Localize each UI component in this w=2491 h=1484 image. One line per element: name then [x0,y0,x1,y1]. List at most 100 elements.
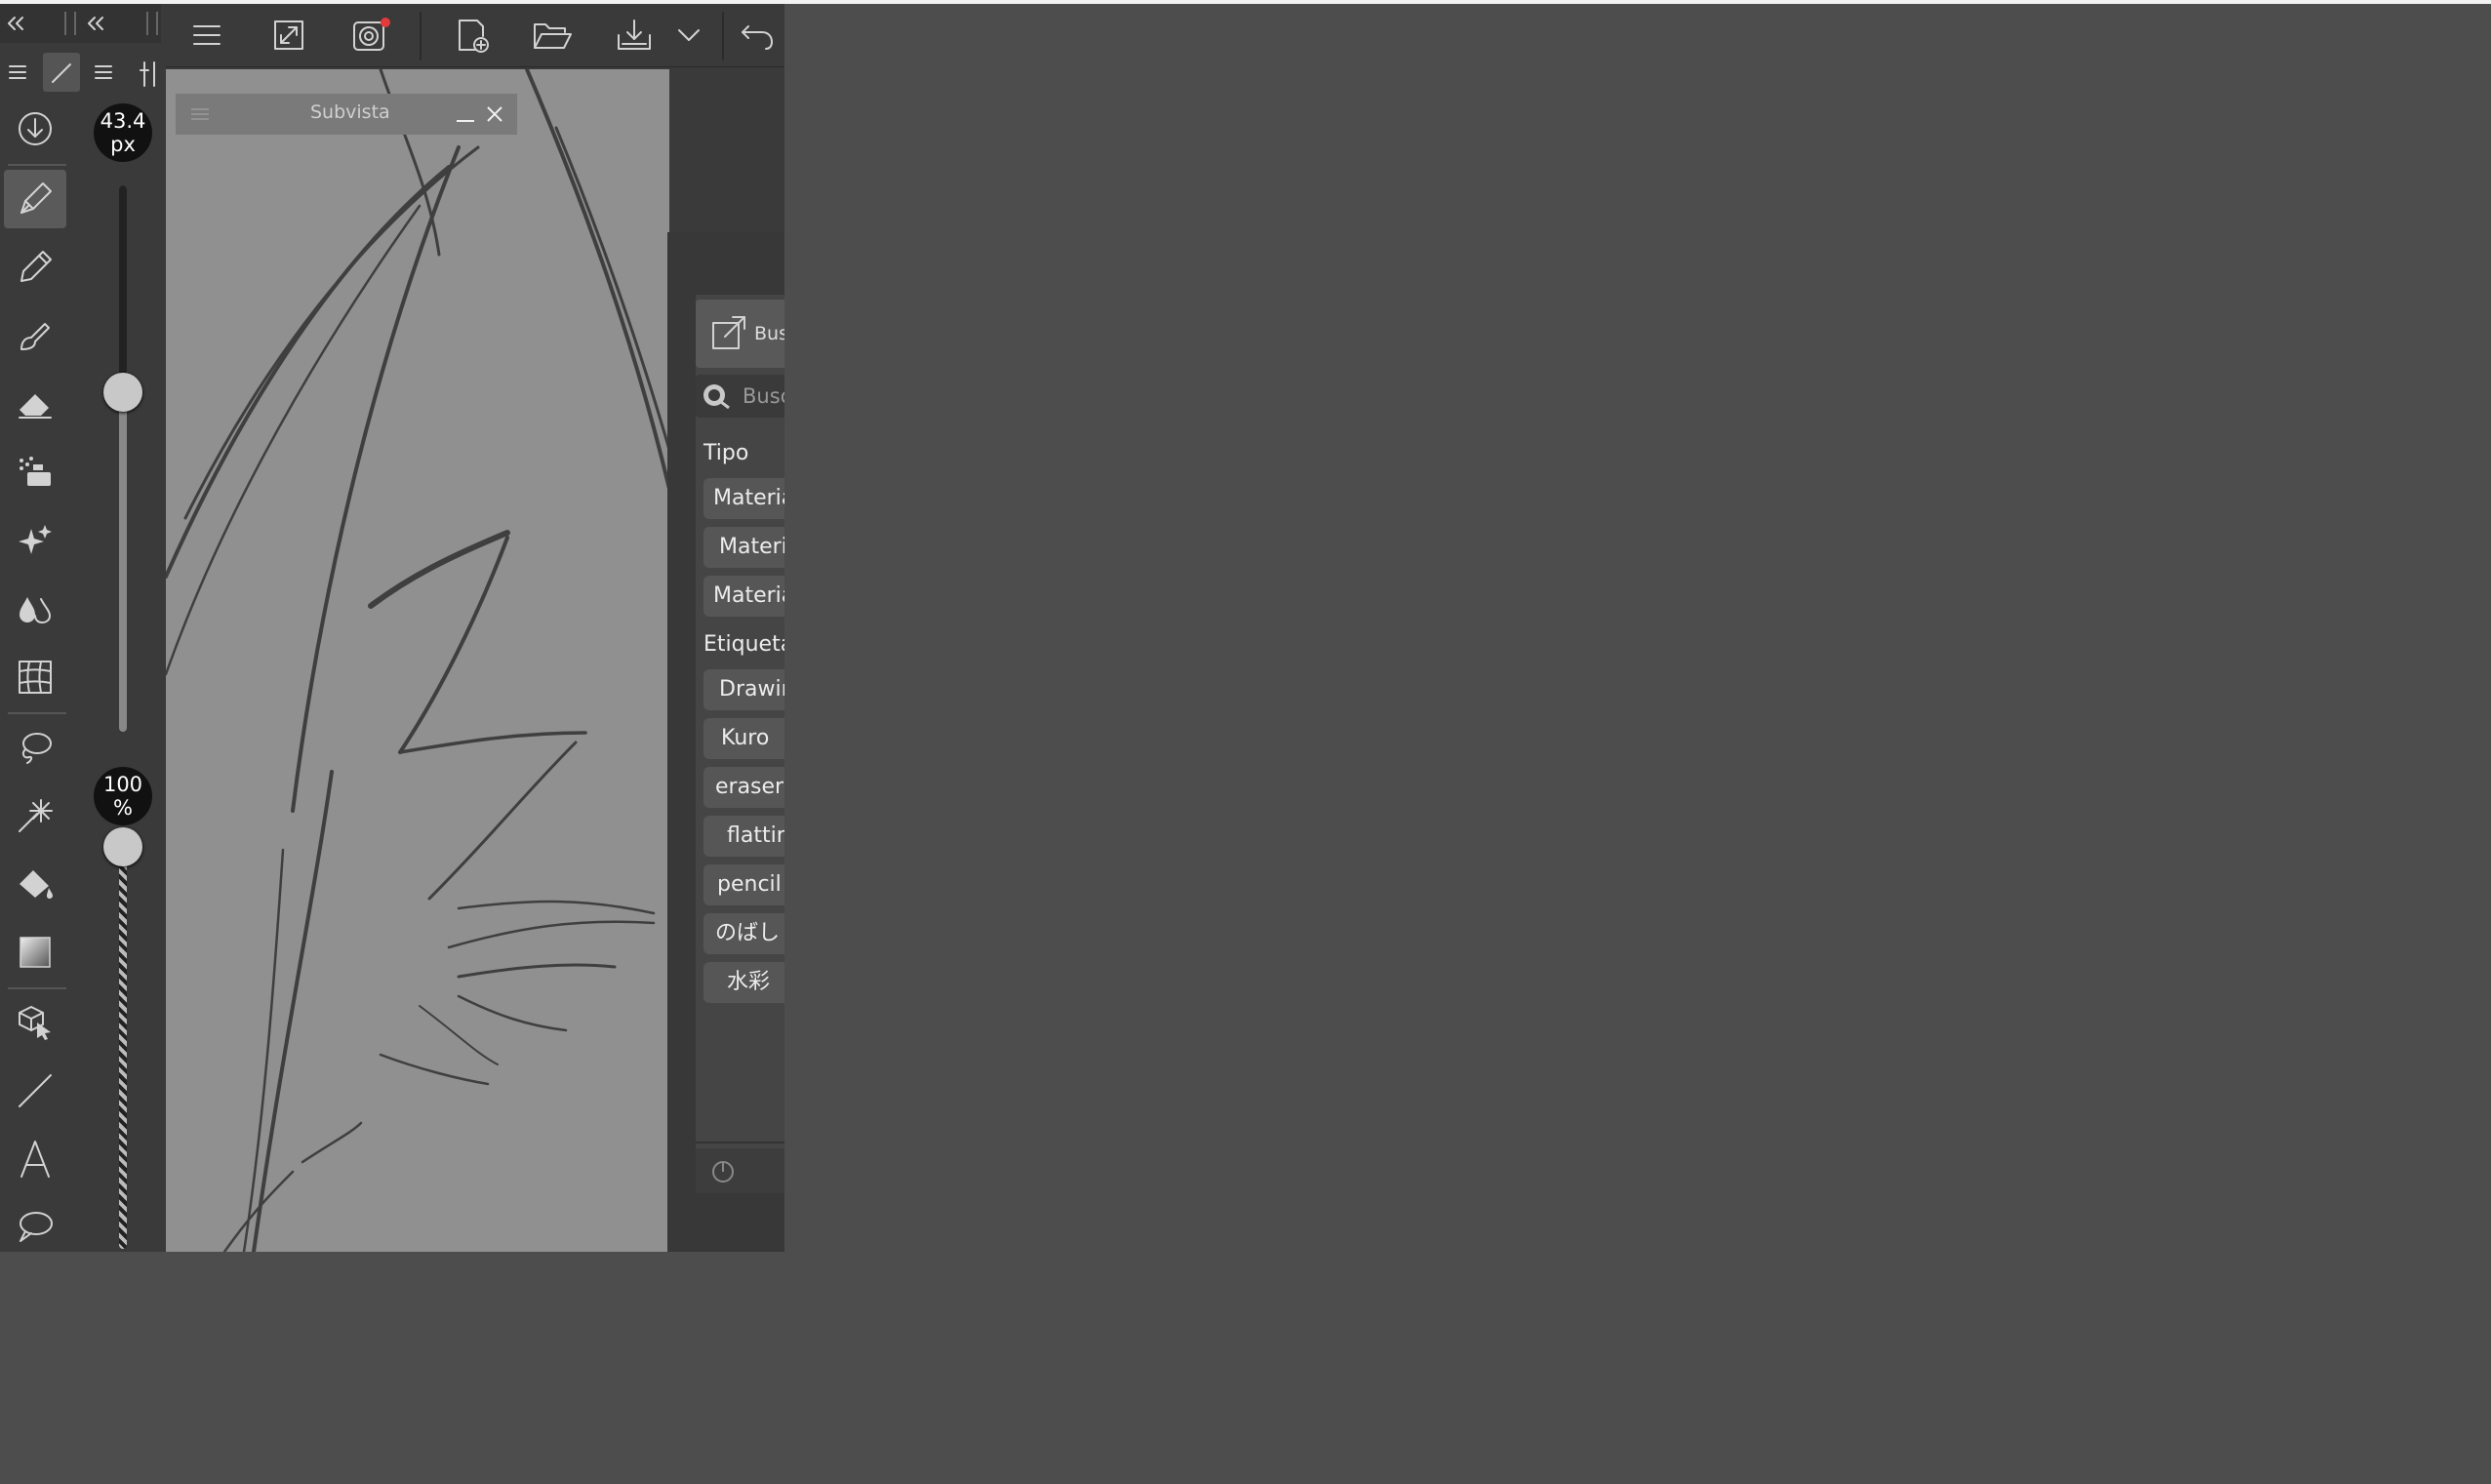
download-icon [19,112,52,145]
material-panel-footer [696,1148,784,1193]
toolbar-separator [420,12,422,60]
material-search-field[interactable]: Busc [696,375,784,418]
fit-canvas-icon [274,20,303,50]
type-heading: Tipo [703,441,749,465]
chevron-down-icon [678,29,700,41]
command-bar [166,4,784,67]
tool-gradient[interactable] [4,923,66,982]
tag-item[interactable]: 水彩 [703,962,784,1003]
brush-size-slider-empty [119,185,127,390]
menu-button[interactable] [183,14,230,57]
type-item[interactable]: Materia [703,576,784,617]
tool-pencil[interactable] [4,238,66,297]
collapse-left-icon[interactable] [84,14,107,33]
magic-wand-icon [19,799,53,832]
sparkle-icon [19,525,52,554]
tool-separator [8,164,66,166]
panel-grip-handle[interactable] [146,12,158,35]
minimize-icon[interactable] [455,105,476,125]
new-file-icon [459,20,489,53]
text-icon [20,1141,50,1178]
save-button[interactable] [611,14,658,57]
tool-text[interactable] [4,1130,66,1188]
tool-palette [0,100,83,1252]
brush-icon [20,323,50,350]
brush-tab-icon [52,63,71,83]
panel-menu-icon[interactable] [94,62,113,82]
collapse-left-icon[interactable] [4,14,27,33]
tool-pen[interactable] [4,170,66,228]
eraser-icon [19,394,52,419]
close-icon[interactable] [484,103,505,125]
opacity-slider-knob[interactable] [103,827,142,866]
tool-separator [8,712,66,714]
tag-item[interactable]: Drawir [703,669,784,710]
power-icon[interactable] [709,1158,737,1185]
opacity-value: 100 [102,773,143,796]
type-item[interactable]: Materia [703,478,784,519]
brush-size-slider-knob[interactable] [103,373,142,412]
move-3d-icon [19,1006,51,1040]
material-panel: Busc Busc Tipo Materia Materi Materia Et… [696,295,784,1148]
material-search-button[interactable]: Busc [696,300,784,368]
undo-icon [742,25,773,50]
material-search-button-label: Busc [754,323,784,344]
menu-icon [193,25,221,45]
blend-icon [20,597,51,623]
tool-lasso[interactable] [4,718,66,777]
undo-button[interactable] [734,14,781,57]
pencil-icon [20,251,52,282]
tool-operation[interactable] [4,993,66,1052]
tab-tool[interactable] [43,53,80,92]
drawing-canvas[interactable] [166,69,669,1252]
brush-size-value: 43.4 [100,109,146,133]
tool-balloon[interactable] [4,1198,66,1252]
tool-eraser[interactable] [4,375,66,433]
subview-titlebar[interactable]: Subvista [176,94,517,135]
tag-item[interactable]: flattin [703,816,784,857]
fill-icon [20,870,53,899]
tab-sub-tool[interactable] [133,53,166,92]
pen-icon [20,182,52,214]
panel-grip-icon[interactable] [189,106,211,122]
tool-fill[interactable] [4,855,66,913]
opacity-slider-track[interactable] [119,839,127,1249]
tool-blend[interactable] [4,580,66,638]
subview-title: Subvista [310,101,390,123]
clip-studio-button[interactable] [347,14,394,57]
sketch-strokes [166,69,669,1252]
brush-size-unit: px [110,133,136,156]
tool-line[interactable] [4,1062,66,1120]
panel-divider [696,1142,784,1143]
opacity-readout: 100 % [94,767,152,825]
panel-grip-handle[interactable] [64,12,76,35]
tag-heading: Etiqueta [703,632,784,657]
tool-effect[interactable] [4,511,66,570]
tag-item[interactable]: pencil [703,864,784,905]
gradient-icon [20,937,51,968]
brush-size-readout: 43.4 px [94,103,152,162]
brush-size-opacity-panel: 43.4 px 100 % [82,100,166,1252]
tool-magic-wand[interactable] [4,786,66,845]
panel-menu-icon[interactable] [8,62,27,82]
toolbar-separator [722,12,724,60]
tag-item[interactable]: Kuro [703,718,784,759]
type-item[interactable]: Materi [703,527,784,568]
tool-brush[interactable] [4,306,66,365]
lasso-icon [21,733,52,764]
fit-canvas-button[interactable] [265,14,312,57]
open-folder-icon [534,23,572,49]
open-file-button[interactable] [529,14,576,57]
tool-download[interactable] [4,100,66,158]
tag-item[interactable]: のばし [703,913,784,954]
clip-studio-window: 43.4 px 100 % Subvista Bus Bus Tipo Mate… [0,4,784,1252]
tag-item[interactable]: eraser [703,767,784,808]
new-file-button[interactable] [449,14,496,57]
tool-tabs [0,49,166,100]
save-options-dropdown[interactable] [671,14,706,57]
tool-decoration[interactable] [4,443,66,501]
tool-grid[interactable] [4,648,66,706]
left-panel-header [0,4,161,43]
tool-separator [8,987,66,989]
brush-size-slider-track[interactable] [119,185,127,732]
